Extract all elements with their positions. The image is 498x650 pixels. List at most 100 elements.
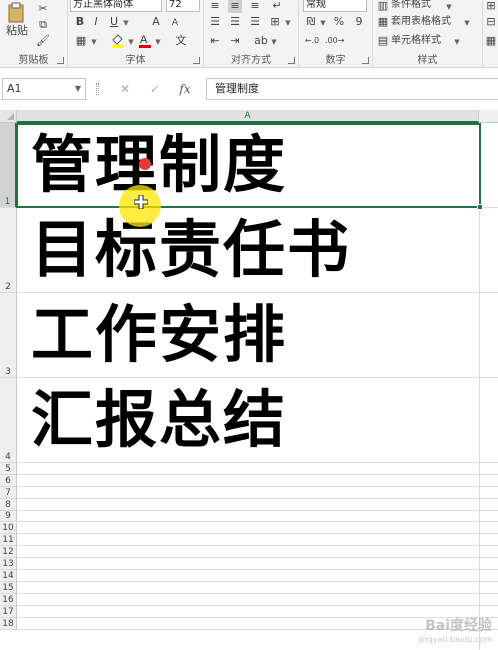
fill-color-dropdown-icon[interactable]: ▼: [127, 35, 135, 49]
sheet-row[interactable]: [17, 582, 498, 594]
name-box-dropdown-icon[interactable]: ▼: [75, 79, 81, 99]
format-cells-icon[interactable]: ▦: [485, 34, 497, 48]
fill-handle[interactable]: [477, 204, 483, 210]
percent-button[interactable]: %: [333, 15, 345, 29]
insert-cells-icon[interactable]: ⊞: [485, 0, 497, 13]
orientation-dropdown-icon[interactable]: ▼: [270, 35, 278, 49]
decrease-decimal-icon[interactable]: .00→: [325, 34, 344, 48]
row-header[interactable]: 18: [0, 617, 17, 630]
italic-button[interactable]: I: [90, 15, 102, 29]
increase-decimal-icon[interactable]: ←.0: [303, 34, 321, 48]
row-header[interactable]: 3: [0, 293, 17, 378]
format-painter-icon[interactable]: 🖌: [36, 34, 50, 48]
name-box[interactable]: A1 ▼: [2, 78, 86, 100]
orientation-icon[interactable]: ab: [254, 34, 268, 48]
row-header[interactable]: 1: [0, 123, 17, 208]
sheet-row[interactable]: 汇报总结: [17, 378, 498, 463]
comma-style-button[interactable]: 9: [353, 15, 365, 29]
format-as-table-icon[interactable]: ▦: [377, 15, 389, 29]
sheet-row[interactable]: 工作安排: [17, 293, 498, 378]
copy-icon[interactable]: ⧉: [36, 18, 50, 32]
paste-button[interactable]: 粘贴: [2, 24, 32, 38]
currency-dropdown-icon[interactable]: ▼: [319, 16, 327, 30]
format-as-table-dropdown-icon[interactable]: ▼: [463, 16, 471, 30]
row-header[interactable]: 14: [0, 570, 17, 582]
alignment-launcher[interactable]: [288, 57, 295, 64]
column-header-b[interactable]: [479, 110, 498, 123]
sheet-row[interactable]: [17, 499, 498, 511]
row-header[interactable]: 5: [0, 463, 17, 475]
row-header[interactable]: 6: [0, 474, 17, 487]
row-header[interactable]: 7: [0, 486, 17, 499]
sheet-row[interactable]: [17, 534, 498, 547]
underline-button[interactable]: U: [108, 15, 120, 29]
align-left-icon[interactable]: ☰: [208, 15, 222, 29]
merge-cells-icon[interactable]: ⊞: [268, 15, 282, 29]
fill-color-icon[interactable]: [110, 32, 126, 52]
grow-font-button[interactable]: A: [150, 15, 162, 29]
row-header[interactable]: 9: [0, 510, 17, 523]
sheet-row[interactable]: [17, 558, 498, 571]
row-header[interactable]: 10: [0, 522, 17, 535]
sheet-row[interactable]: [17, 463, 498, 475]
row-header[interactable]: 2: [0, 208, 17, 293]
increase-indent-icon[interactable]: ⇥: [228, 34, 242, 48]
font-color-dropdown-icon[interactable]: ▼: [154, 35, 162, 49]
clipboard-launcher[interactable]: [57, 57, 64, 64]
border-dropdown-icon[interactable]: ▼: [90, 35, 98, 49]
insert-function-button[interactable]: fx: [174, 79, 196, 99]
row-header[interactable]: 13: [0, 558, 17, 571]
row-header[interactable]: 11: [0, 534, 17, 547]
row-header[interactable]: 15: [0, 582, 17, 594]
cell-styles-icon[interactable]: ▤: [377, 34, 389, 48]
worksheet-grid[interactable]: A 1 管理制度 2 目标责任书 3 工作安排 4 汇报总结 5 6 7 8 9 10 11 12 13 14 15…: [0, 110, 498, 650]
align-center-icon[interactable]: ☰: [228, 15, 242, 29]
sheet-row[interactable]: [17, 475, 498, 487]
formula-bar-grip[interactable]: [96, 83, 99, 95]
font-name-select[interactable]: 方正黑体简体: [70, 0, 162, 12]
row-header[interactable]: 8: [0, 498, 17, 511]
row-header[interactable]: 16: [0, 593, 17, 606]
align-bottom-icon[interactable]: ≡: [248, 0, 262, 13]
formula-input[interactable]: 管理制度: [206, 78, 498, 100]
decrease-indent-icon[interactable]: ⇤: [208, 34, 222, 48]
align-top-icon[interactable]: ≡: [208, 0, 222, 13]
sheet-row[interactable]: [17, 546, 498, 559]
cell-styles-button[interactable]: 单元格样式: [391, 34, 455, 48]
wrap-text-icon[interactable]: ↵: [270, 0, 284, 13]
sheet-row[interactable]: [17, 523, 498, 535]
sheet-row[interactable]: [17, 487, 498, 499]
cut-icon[interactable]: ✂: [36, 2, 50, 16]
confirm-entry-button[interactable]: ✓: [144, 79, 166, 99]
sheet-row[interactable]: [17, 511, 498, 523]
align-right-icon[interactable]: ☰: [248, 15, 262, 29]
underline-dropdown-icon[interactable]: ▼: [122, 16, 130, 30]
row-header[interactable]: 17: [0, 605, 17, 618]
paste-icon[interactable]: [6, 2, 26, 24]
border-icon[interactable]: ▦: [74, 34, 88, 48]
font-launcher[interactable]: [193, 57, 200, 64]
sheet-row[interactable]: [17, 570, 498, 582]
font-color-icon[interactable]: A: [138, 32, 152, 52]
merge-dropdown-icon[interactable]: ▼: [284, 16, 292, 30]
column-header-a[interactable]: A: [17, 110, 479, 123]
bold-button[interactable]: B: [74, 15, 86, 29]
conditional-formatting-icon[interactable]: ▥: [377, 0, 389, 13]
sheet-row[interactable]: [17, 594, 498, 606]
format-as-table-button[interactable]: 套用表格格式: [391, 15, 463, 29]
conditional-dropdown-icon[interactable]: ▼: [445, 0, 453, 14]
cell-styles-dropdown-icon[interactable]: ▼: [453, 35, 461, 49]
currency-icon[interactable]: ₪: [303, 15, 319, 29]
font-size-select[interactable]: 72: [166, 0, 200, 12]
sheet-row[interactable]: 目标责任书: [17, 208, 498, 293]
conditional-formatting-button[interactable]: 条件格式: [391, 0, 451, 12]
row-header[interactable]: 4: [0, 378, 17, 463]
row-header[interactable]: 12: [0, 546, 17, 559]
align-middle-icon[interactable]: ≡: [228, 0, 242, 13]
shrink-font-button[interactable]: A: [170, 16, 180, 30]
number-format-select[interactable]: 常规: [303, 0, 367, 12]
phonetic-button[interactable]: 文: [174, 34, 188, 48]
cancel-entry-button[interactable]: ✕: [114, 79, 136, 99]
select-all-button[interactable]: [0, 110, 17, 123]
number-launcher[interactable]: [362, 57, 369, 64]
